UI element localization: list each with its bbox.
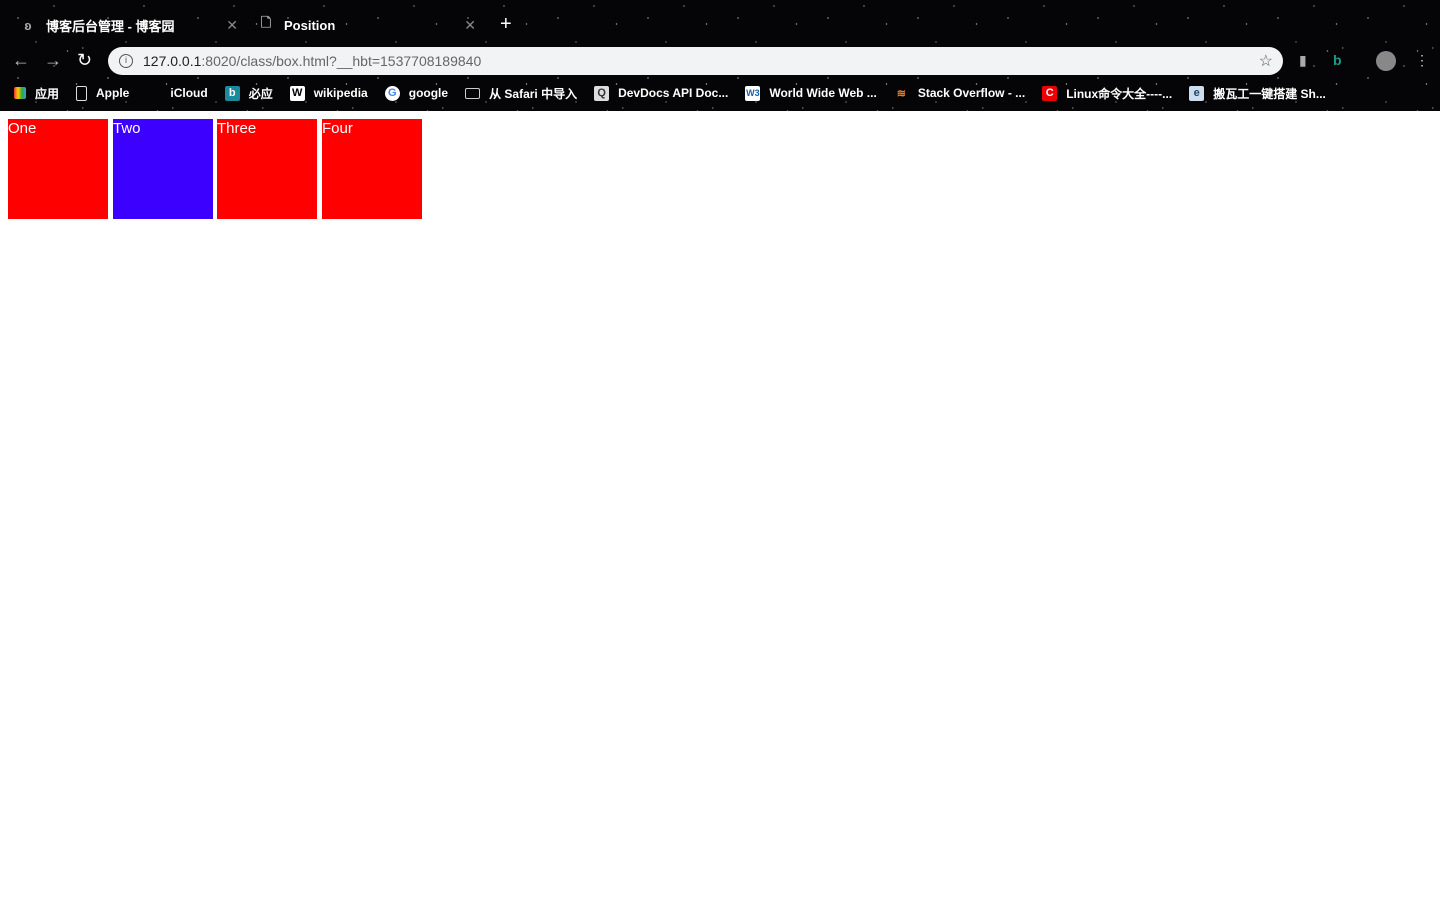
bookmark-label: Apple	[96, 86, 130, 100]
bookmark-wikipedia[interactable]: Wwikipedia	[289, 85, 368, 101]
apple-icon	[146, 86, 161, 101]
box-two: Two	[113, 119, 213, 219]
info-icon[interactable]: i	[119, 54, 133, 68]
close-tab-icon[interactable]: ✕	[226, 17, 238, 34]
bookmark-google[interactable]: Ggoogle	[384, 85, 449, 101]
bookmark-label: World Wide Web ...	[769, 86, 877, 100]
folder-icon	[465, 87, 481, 99]
box-three: Three	[217, 119, 317, 219]
bookmark-apps[interactable]: 应用	[14, 85, 59, 102]
box-label: One	[8, 120, 37, 137]
bookmark-apple[interactable]: Apple	[76, 85, 130, 101]
tab-title: 博客后台管理 - 博客园	[46, 18, 175, 34]
bookmark-label: iCloud	[170, 86, 208, 100]
devdocs-icon: Q	[594, 85, 610, 101]
bookmark-label: 从 Safari 中导入	[489, 86, 578, 101]
browser-chrome: ʚ 博客后台管理 - 博客园 ✕ 🗋 Position ✕ + ← → ↻ i …	[0, 0, 1440, 111]
url-path: :8020/class/box.html?__hbt=1537708189840	[201, 53, 482, 69]
bing-icon: b	[224, 85, 240, 101]
box-one: One	[8, 119, 108, 219]
bookmark-star-icon[interactable]: ☆	[1259, 51, 1273, 71]
bookmark-w3c[interactable]: W3 World Wide Web ...	[745, 85, 877, 101]
blog-icon: ʚ	[24, 17, 32, 33]
close-tab-icon[interactable]: ✕	[464, 17, 476, 34]
extension-icon[interactable]: ▮	[1299, 52, 1307, 69]
site-icon: e	[1189, 85, 1205, 101]
apps-grid-icon	[14, 87, 26, 99]
tab-position[interactable]: 🗋 Position ✕	[258, 10, 478, 40]
bookmark-label: Linux命令大全----...	[1066, 86, 1173, 101]
stackoverflow-icon: ≋	[896, 87, 906, 100]
box-label: Four	[322, 120, 353, 137]
bookmark-icloud[interactable]: iCloud	[146, 86, 207, 101]
bookmarks-bar: 应用 Apple iCloud b 必应 Wwikipedia Ggoogle 从…	[0, 82, 1440, 104]
box-label: Two	[113, 120, 141, 137]
bookmark-linux[interactable]: C Linux命令大全----...	[1042, 85, 1172, 102]
bookmark-label: google	[408, 86, 449, 100]
bookmark-label: DevDocs API Doc...	[618, 86, 729, 100]
bookmark-label: 应用	[35, 86, 60, 101]
linux-icon: C	[1042, 85, 1058, 101]
address-bar[interactable]: i 127.0.0.1:8020/class/box.html?__hbt=15…	[108, 47, 1283, 75]
bookmark-devdocs[interactable]: Q DevDocs API Doc...	[594, 85, 729, 101]
bookmark-label: 搬瓦工一键搭建 Sh...	[1213, 86, 1326, 101]
menu-icon[interactable]: ⋮	[1415, 52, 1429, 69]
bookmark-bandwagon[interactable]: e 搬瓦工一键搭建 Sh...	[1189, 85, 1326, 102]
box-label: Three	[217, 120, 257, 137]
avatar[interactable]	[1376, 51, 1396, 71]
page-icon: 🗋	[260, 15, 272, 30]
reload-button[interactable]: ↻	[77, 50, 92, 71]
box-four: Four	[322, 119, 422, 219]
tab-title: Position	[284, 17, 336, 33]
new-tab-button[interactable]: +	[500, 13, 512, 36]
google-icon: G	[384, 85, 400, 101]
bookmark-label: Stack Overflow - ...	[917, 86, 1026, 100]
bookmark-label: wikipedia	[313, 86, 368, 100]
page-icon	[76, 85, 88, 101]
bookmark-folder-safari[interactable]: 从 Safari 中导入	[465, 85, 577, 102]
bing-extension-icon[interactable]: b	[1333, 52, 1342, 68]
bookmark-bing[interactable]: b 必应	[224, 85, 273, 102]
bookmark-stackoverflow[interactable]: ≋ Stack Overflow - ...	[894, 86, 1025, 101]
bookmark-label: 必应	[248, 86, 273, 101]
back-button[interactable]: ←	[12, 50, 30, 71]
w3c-icon: W3	[745, 85, 761, 101]
wikipedia-icon: W	[289, 85, 305, 101]
tab-blog-admin[interactable]: ʚ 博客后台管理 - 博客园 ✕	[20, 10, 240, 40]
forward-button[interactable]: →	[44, 50, 62, 71]
url-host: 127.0.0.1	[143, 53, 202, 69]
